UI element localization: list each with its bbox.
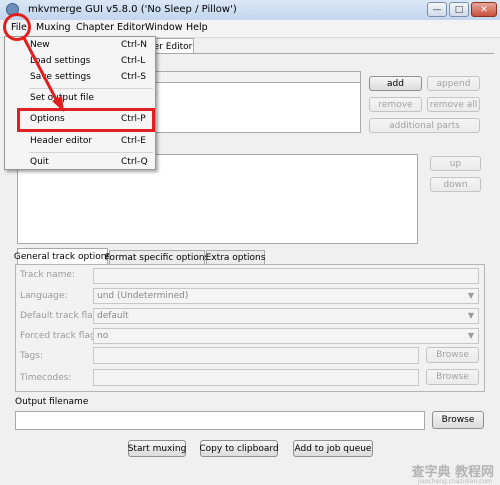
annotation-arrow	[22, 37, 64, 112]
annotation-box	[17, 108, 155, 132]
